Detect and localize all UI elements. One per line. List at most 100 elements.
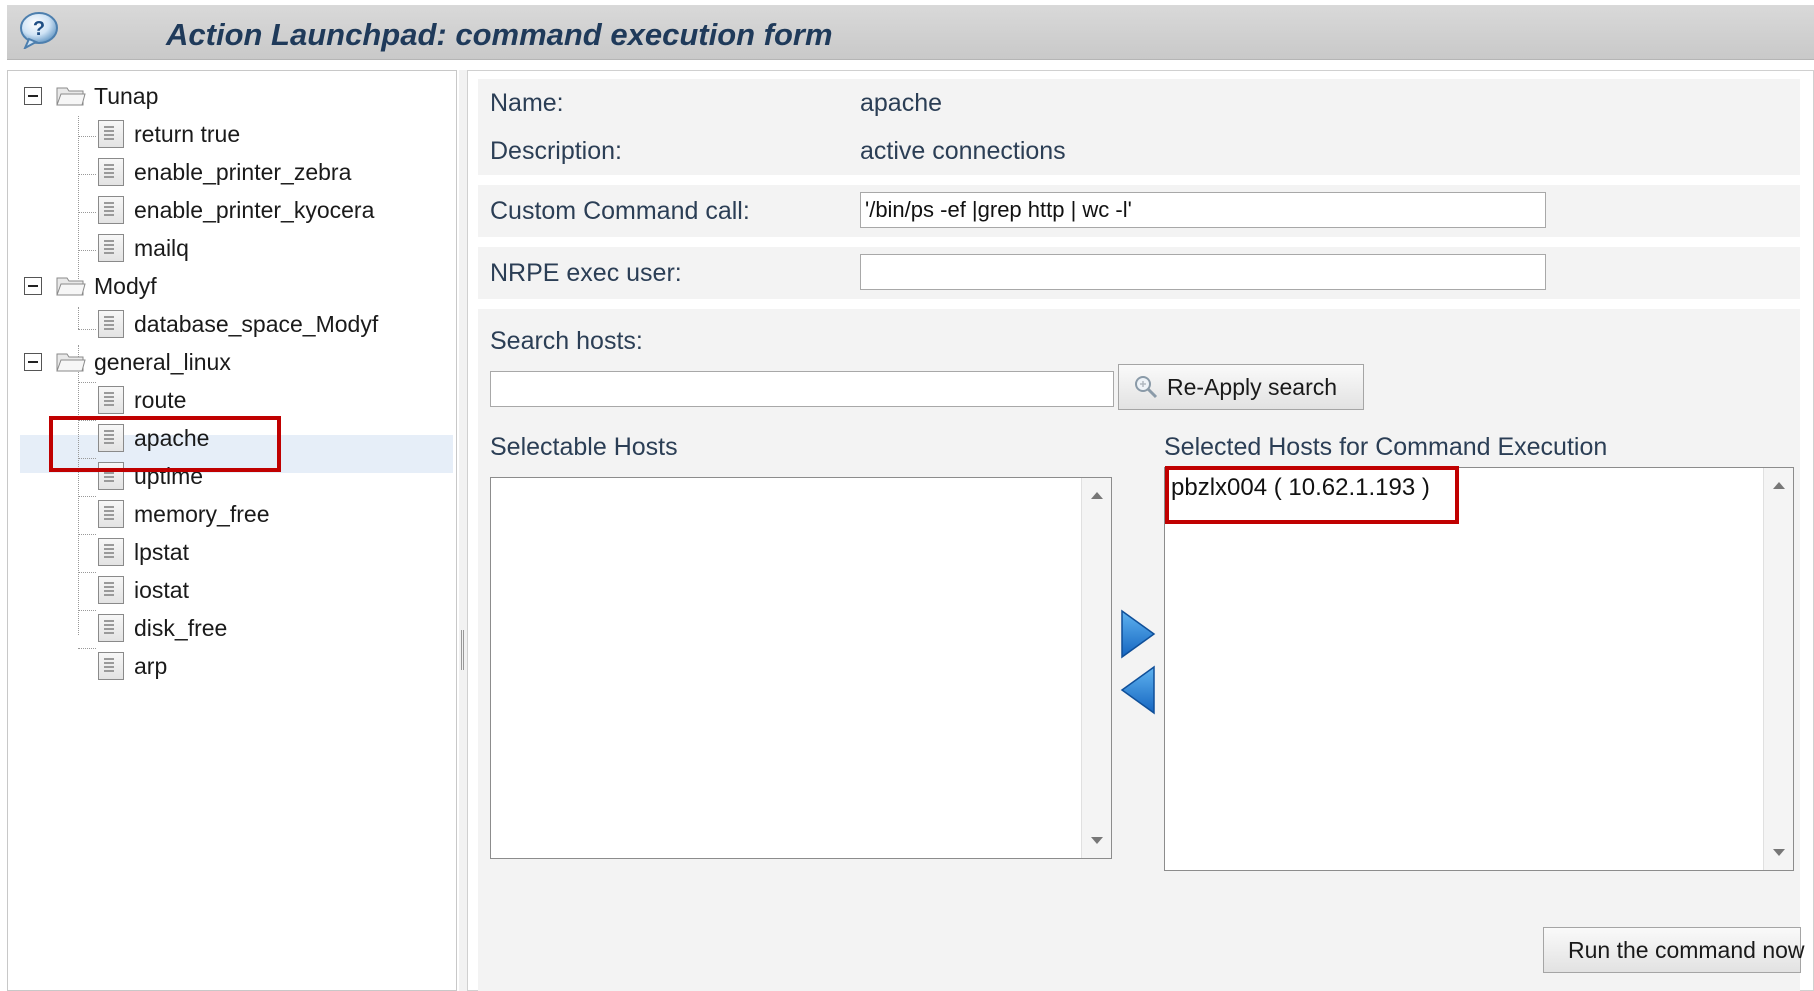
tree-item-enable-printer-kyocera[interactable]: enable_printer_kyocera: [98, 191, 374, 229]
tree-item-uptime[interactable]: uptime: [98, 457, 203, 495]
description-value: active connections: [860, 137, 1066, 165]
tree-item-iostat[interactable]: iostat: [98, 571, 189, 609]
custom-command-input[interactable]: [860, 192, 1546, 228]
tree-item-label: lpstat: [134, 538, 189, 565]
tree-item-label: apache: [134, 424, 210, 451]
tree-folder-label: Modyf: [94, 272, 157, 299]
tree-item-arp[interactable]: arp: [98, 647, 167, 685]
panel-splitter[interactable]: [459, 70, 467, 991]
svg-text:?: ?: [33, 18, 45, 40]
tree-connector: [78, 534, 96, 535]
tree-item-label: route: [134, 386, 187, 413]
tree-folder-label: general_linux: [94, 348, 231, 375]
tree-connector: [78, 307, 79, 329]
document-icon: [98, 120, 124, 148]
tree-item-label: memory_free: [134, 500, 270, 527]
collapse-icon[interactable]: [24, 87, 42, 105]
tree-connector: [78, 345, 79, 635]
selectable-hosts-title: Selectable Hosts: [490, 433, 678, 461]
tree-item-label: uptime: [134, 462, 204, 489]
selectable-hosts-scrollbar[interactable]: [1081, 478, 1111, 858]
tree-item-label: disk_free: [134, 614, 228, 641]
tree-item-apache[interactable]: apache: [98, 419, 209, 457]
title-bar: ? Action Launchpad: command execution fo…: [7, 5, 1814, 60]
move-right-arrow-icon[interactable]: [1118, 609, 1158, 659]
collapse-icon[interactable]: [24, 353, 42, 371]
move-left-arrow-icon[interactable]: [1118, 665, 1158, 715]
tree-connector: [78, 250, 96, 251]
search-hosts-label: Search hosts:: [490, 327, 643, 355]
name-value: apache: [860, 89, 943, 117]
splitter-grip[interactable]: [461, 630, 464, 670]
document-icon: [98, 538, 124, 566]
tree-item-label: enable_printer_zebra: [134, 158, 352, 185]
tree-connector: [78, 458, 96, 459]
tree-connector: [78, 572, 96, 573]
tree-item-lpstat[interactable]: lpstat: [98, 533, 189, 571]
tree-item-return-true[interactable]: return true: [98, 115, 240, 153]
tree-item-label: enable_printer_kyocera: [134, 196, 375, 223]
nrpe-user-input[interactable]: [860, 254, 1546, 290]
scroll-down-icon[interactable]: [1773, 849, 1785, 856]
document-icon: [98, 310, 124, 338]
document-icon: [98, 158, 124, 186]
run-command-button[interactable]: Run the command now: [1543, 927, 1805, 973]
tree-connector: [78, 174, 96, 175]
tree-item-label: return true: [134, 120, 241, 147]
tree-connector: [78, 648, 96, 649]
tree-folder-label: Tunap: [94, 82, 159, 109]
nrpe-user-row: NRPE exec user:: [478, 247, 1800, 299]
document-icon: [98, 652, 124, 680]
selected-hosts-list[interactable]: pbzlx004 ( 10.62.1.193 ): [1164, 467, 1794, 871]
custom-command-label: Custom Command call:: [490, 197, 750, 225]
tree-item-memory-free[interactable]: memory_free: [98, 495, 269, 533]
tree-connector: [78, 136, 96, 137]
tree-connector: [78, 329, 96, 330]
search-hosts-input[interactable]: [490, 371, 1114, 407]
tree-folder-general-linux[interactable]: general_linux: [24, 343, 231, 381]
folder-open-icon: [56, 353, 86, 372]
nrpe-user-label: NRPE exec user:: [490, 259, 682, 287]
document-icon: [98, 234, 124, 262]
tree-item-label: mailq: [134, 234, 189, 261]
tree-connector: [78, 382, 96, 383]
folder-open-icon: [56, 277, 86, 296]
tree-item-mailq[interactable]: mailq: [98, 229, 189, 267]
scroll-up-icon[interactable]: [1091, 492, 1103, 499]
tree-connector: [78, 496, 96, 497]
document-icon: [98, 614, 124, 642]
tree-item-label: iostat: [134, 576, 189, 603]
tree-folder-modyf[interactable]: Modyf: [24, 267, 157, 305]
selected-host-item[interactable]: pbzlx004 ( 10.62.1.193 ): [1171, 474, 1430, 502]
tree-item-label: database_space_Modyf: [134, 310, 379, 337]
tree-item-disk-free[interactable]: disk_free: [98, 609, 227, 647]
command-form-panel: Name: apache Description: active connect…: [467, 70, 1814, 991]
document-icon: [98, 386, 124, 414]
tree-item-label: arp: [134, 652, 168, 679]
tree-item-enable-printer-zebra[interactable]: enable_printer_zebra: [98, 153, 351, 191]
document-icon: [98, 196, 124, 224]
help-icon[interactable]: ?: [19, 11, 63, 49]
tree-connector: [78, 116, 79, 279]
scroll-down-icon[interactable]: [1091, 837, 1103, 844]
collapse-icon[interactable]: [24, 277, 42, 295]
description-label: Description:: [490, 137, 622, 165]
reapply-search-button[interactable]: Re-Apply search: [1118, 364, 1364, 410]
selected-hosts-title: Selected Hosts for Command Execution: [1164, 433, 1608, 461]
page-title: Action Launchpad: command execution form: [166, 17, 833, 52]
folder-open-icon: [56, 87, 86, 106]
scroll-up-icon[interactable]: [1773, 482, 1785, 489]
document-icon: [98, 462, 124, 490]
command-tree-panel: Tunap return true enable_printer_zebra e…: [7, 70, 457, 991]
run-command-label: Run the command now: [1568, 936, 1805, 963]
selected-hosts-scrollbar[interactable]: [1763, 468, 1793, 870]
tree-connector: [78, 610, 96, 611]
tree-item-database-space-modyf[interactable]: database_space_Modyf: [98, 305, 378, 343]
tree-item-route[interactable]: route: [98, 381, 186, 419]
selectable-hosts-list[interactable]: [490, 477, 1112, 859]
tree-folder-tunap[interactable]: Tunap: [24, 77, 158, 115]
name-label: Name:: [490, 89, 564, 117]
tree-connector: [78, 212, 96, 213]
tree-connector: [78, 420, 96, 421]
custom-command-row: Custom Command call:: [478, 185, 1800, 237]
